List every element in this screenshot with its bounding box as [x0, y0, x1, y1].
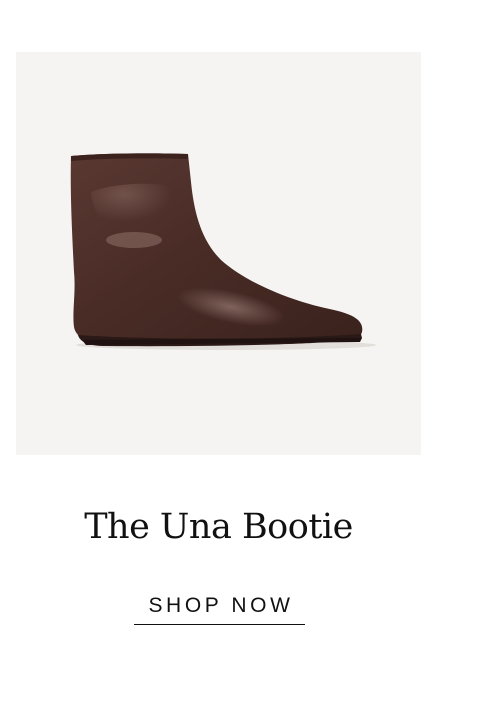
product-title: The Una Bootie: [84, 507, 353, 547]
shop-now-link[interactable]: SHOP NOW: [134, 592, 305, 625]
product-image[interactable]: [16, 52, 421, 455]
shop-now-underline: [134, 624, 305, 625]
boot-image: [70, 153, 376, 350]
shop-now-label: SHOP NOW: [148, 594, 294, 617]
